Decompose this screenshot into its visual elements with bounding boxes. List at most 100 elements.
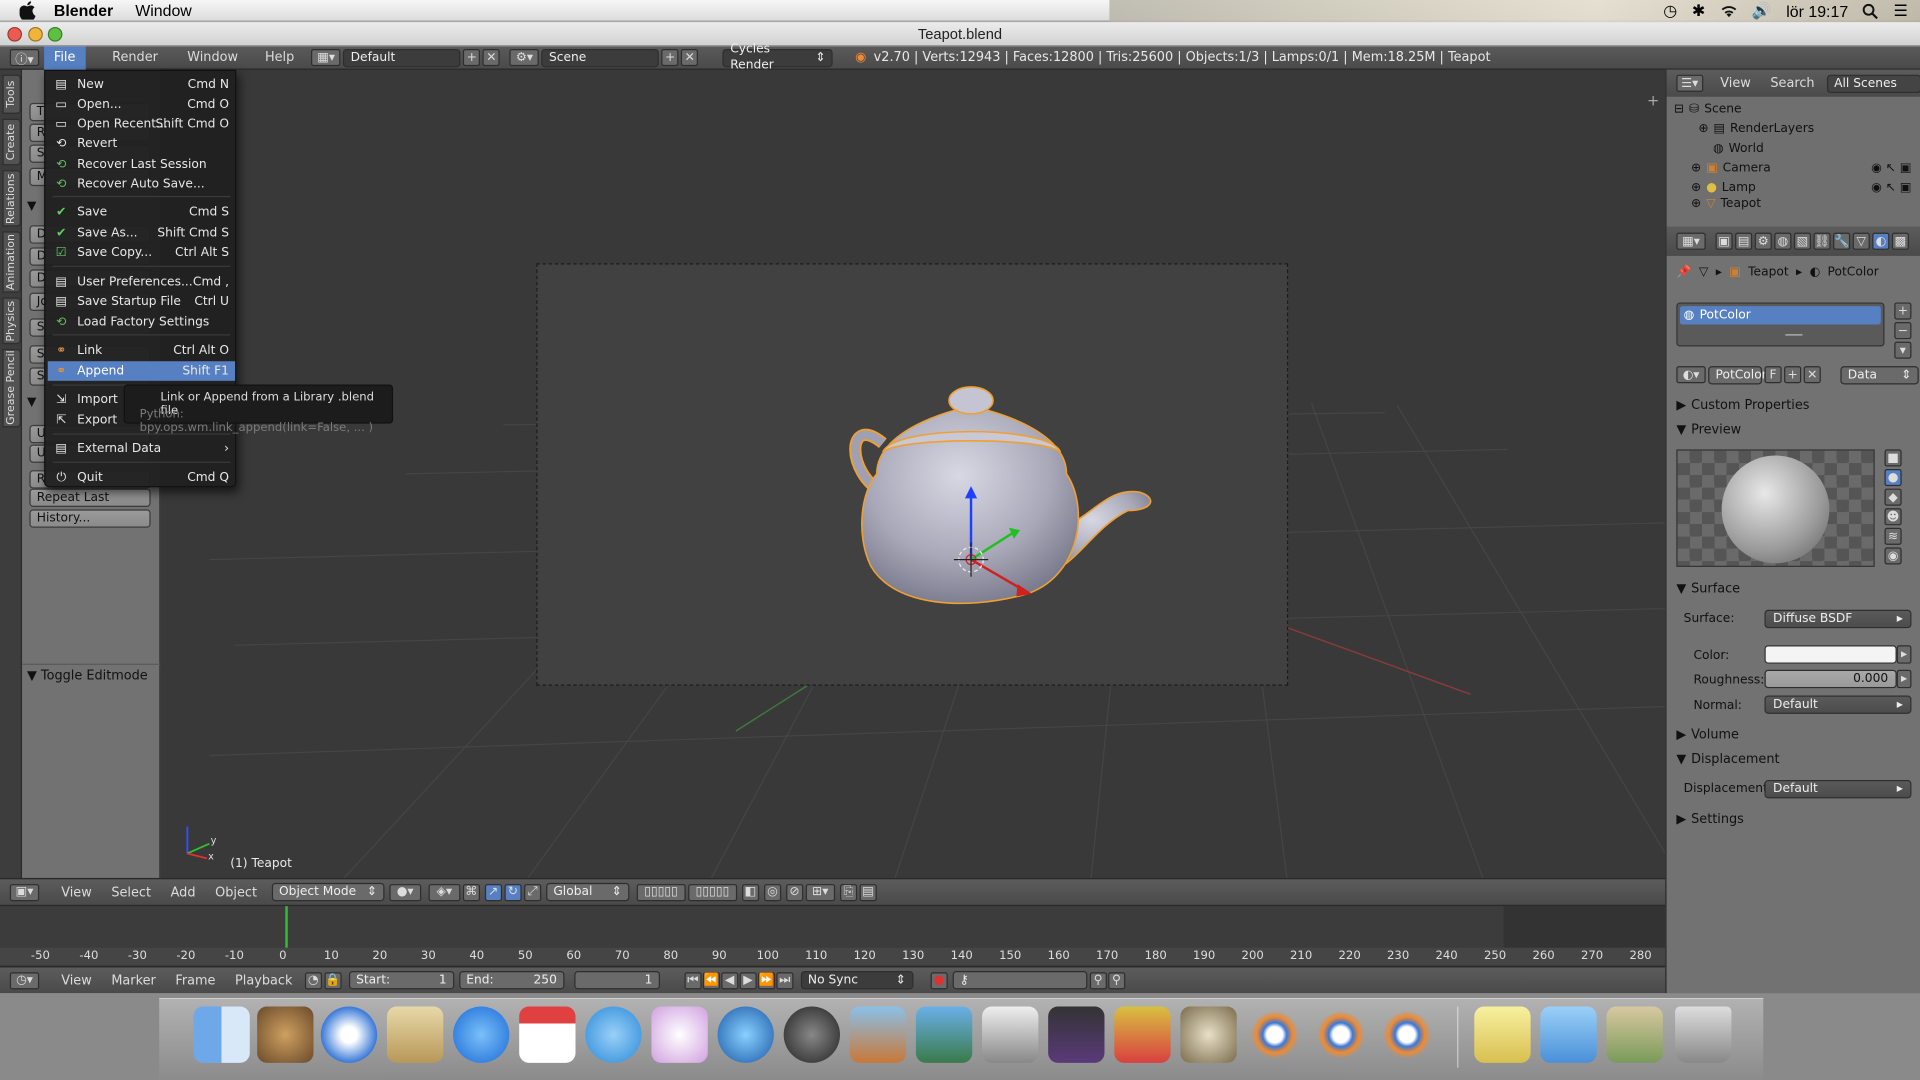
keying-set-field[interactable]: ⚷ bbox=[952, 971, 1088, 990]
menu-add[interactable]: Add bbox=[161, 885, 206, 900]
scene-field[interactable]: Scene bbox=[541, 48, 660, 67]
jump-keyframe-back-icon[interactable]: ⏪ bbox=[702, 971, 720, 989]
insert-keyframe-icon[interactable]: ⚲ bbox=[1089, 971, 1107, 989]
blender-dock-icon[interactable] bbox=[1378, 1006, 1436, 1063]
new-material-icon[interactable]: + bbox=[1784, 366, 1802, 384]
outliner-row-world[interactable]: ◍ World bbox=[1667, 138, 1920, 158]
remove-scene-icon[interactable]: ✕ bbox=[681, 48, 699, 67]
menu-item-open[interactable]: ▭ Open... Cmd O bbox=[48, 94, 235, 114]
stacked-windows-icon[interactable] bbox=[1114, 1006, 1171, 1063]
scene-context-icon[interactable]: ⚙ bbox=[1754, 232, 1772, 250]
opengl-animation-icon[interactable]: ▤ bbox=[859, 883, 877, 901]
menu-item-new[interactable]: ▤ New Cmd N bbox=[48, 75, 235, 95]
tab-relations[interactable]: Relations bbox=[2, 170, 21, 227]
preview-flat-icon[interactable]: ■ bbox=[1884, 449, 1902, 467]
apple-icon[interactable] bbox=[17, 1, 37, 21]
teapot-object[interactable] bbox=[160, 70, 1665, 878]
zoom-window-button[interactable] bbox=[47, 26, 63, 42]
panel-displacement[interactable]: ▼ Displacement bbox=[1676, 752, 1779, 767]
app-menu-blender[interactable]: Blender bbox=[54, 1, 113, 19]
menubar-clock[interactable]: lör 19:17 bbox=[1786, 2, 1848, 20]
viewport-expand-icon[interactable]: + bbox=[1647, 92, 1659, 109]
end-frame-field[interactable]: End: 250 bbox=[458, 971, 565, 990]
panel-custom-properties[interactable]: ▶ Custom Properties bbox=[1676, 398, 1809, 413]
panel-settings[interactable]: ▶ Settings bbox=[1676, 812, 1744, 827]
preview-sphere-icon[interactable]: ● bbox=[1884, 468, 1902, 487]
photo-booth-icon[interactable] bbox=[1048, 1006, 1105, 1063]
outliner-row-scene[interactable]: ⊟ ⛁ Scene bbox=[1667, 99, 1920, 119]
snap-icon[interactable]: ⊘ bbox=[785, 883, 804, 901]
viewport-shading-icon[interactable]: ●▾ bbox=[389, 883, 422, 901]
menu-help[interactable]: Help bbox=[255, 50, 304, 65]
notification-center-icon[interactable]: ☰ bbox=[1893, 1, 1907, 21]
iphoto-house-icon[interactable] bbox=[849, 1006, 907, 1063]
tab-physics[interactable]: Physics bbox=[2, 297, 21, 345]
slot-specials-icon[interactable]: ▾ bbox=[1894, 341, 1912, 359]
record-icon[interactable]: ● bbox=[930, 971, 948, 989]
timeline-area[interactable]: -50 -40 -30 -20 -10 0 10 20 30 40 50 60 70 80 90 100 110… bbox=[0, 904, 1666, 967]
layers-icon[interactable]: ▯▯▯▯▯ bbox=[688, 883, 737, 901]
blender-dock-icon[interactable] bbox=[1312, 1006, 1369, 1063]
pin-icon[interactable]: 📌 bbox=[1676, 266, 1691, 279]
texture-context-icon[interactable]: ▩ bbox=[1891, 232, 1909, 250]
current-frame-field[interactable]: 1 bbox=[574, 971, 660, 990]
menu-item-save-startup-file[interactable]: ▤ Save Startup File Ctrl U bbox=[48, 291, 235, 311]
panel-preview[interactable]: ▼ Preview bbox=[1676, 422, 1741, 437]
material-slot-item[interactable]: ◍ PotColor bbox=[1680, 306, 1881, 325]
menu-item-quit[interactable]: ⏻ Quit Cmd Q bbox=[48, 468, 235, 488]
jump-end-icon[interactable]: ⏭ bbox=[776, 971, 794, 989]
bluetooth-icon[interactable]: ✱ bbox=[1692, 1, 1705, 21]
constraints-context-icon[interactable]: ⛓ bbox=[1813, 232, 1831, 250]
collapse-arrow-icon[interactable]: ▼ bbox=[27, 200, 36, 213]
outliner-row-lamp[interactable]: ⊕ ● Lamp ◉ ↖ ▣ bbox=[1667, 178, 1920, 198]
link-dropdown[interactable]: Data ⇕ bbox=[1840, 366, 1919, 385]
tab-grease-pencil[interactable]: Grease Pencil bbox=[2, 348, 21, 428]
displacement-dropdown[interactable]: Default ▸ bbox=[1764, 780, 1912, 799]
mode-dropdown[interactable]: Object Mode ⇕ bbox=[271, 882, 385, 902]
rotate-manipulator-icon[interactable]: ↻ bbox=[504, 883, 522, 901]
menu-item-external-data[interactable]: ▤ External Data › bbox=[48, 438, 235, 458]
unlink-material-icon[interactable]: ✕ bbox=[1803, 366, 1821, 384]
trash-icon[interactable] bbox=[1675, 1006, 1732, 1063]
object-context-icon[interactable]: ▧ bbox=[1793, 232, 1812, 250]
history-button[interactable]: History... bbox=[29, 509, 151, 528]
menu-item-recover-auto-save[interactable]: ⟲ Recover Auto Save... bbox=[48, 174, 235, 194]
add-layout-icon[interactable]: + bbox=[463, 48, 481, 67]
app-store-icon[interactable] bbox=[453, 1006, 510, 1063]
editor-type-info-button[interactable]: ⓘ▾ bbox=[9, 48, 40, 67]
panel-volume[interactable]: ▶ Volume bbox=[1676, 727, 1739, 742]
menu-item-recover-last-session[interactable]: ⟲ Recover Last Session bbox=[48, 154, 235, 174]
visibility-eye-icon[interactable]: ◉ ↖ ▣ bbox=[1871, 161, 1911, 174]
menu-object[interactable]: Object bbox=[205, 885, 266, 900]
menu-render[interactable]: Render bbox=[102, 50, 167, 65]
scene-icon[interactable]: ⚙▾ bbox=[509, 48, 540, 67]
downloads-stack-icon[interactable] bbox=[1606, 1006, 1663, 1063]
roughness-link-icon[interactable]: ▸ bbox=[1896, 669, 1912, 689]
mail-eagle-icon[interactable] bbox=[257, 1006, 314, 1063]
start-frame-field[interactable]: Start: 1 bbox=[348, 971, 455, 990]
visibility-eye-icon[interactable]: ◉ ↖ ▣ bbox=[1871, 181, 1911, 194]
collapse-arrow-icon[interactable]: ▼ bbox=[27, 396, 36, 409]
editor-type-properties-button[interactable]: ▦▾ bbox=[1676, 232, 1706, 250]
manipulator-toggle-icon[interactable]: ⌘ bbox=[462, 883, 480, 901]
tab-create[interactable]: Create bbox=[2, 118, 21, 166]
quicktime-icon[interactable] bbox=[717, 1006, 774, 1063]
lock-icon[interactable]: 🔒 bbox=[324, 971, 342, 989]
layers-icon[interactable]: ▯▯▯▯▯ bbox=[636, 883, 686, 901]
render-engine-dropdown[interactable]: Cycles Render ⇕ bbox=[722, 43, 834, 72]
operator-panel[interactable]: ▼ Toggle Editmode bbox=[22, 663, 161, 688]
timeline-menu-view[interactable]: View bbox=[51, 973, 101, 988]
tab-tools[interactable]: Tools bbox=[2, 74, 21, 114]
material-name-field[interactable]: PotColor bbox=[1708, 366, 1767, 385]
panel-surface[interactable]: ▼ Surface bbox=[1676, 582, 1740, 597]
outliner-display-mode[interactable]: All Scenes bbox=[1826, 74, 1920, 93]
normal-dropdown[interactable]: Default ▸ bbox=[1764, 695, 1912, 714]
modifiers-context-icon[interactable]: 🔧 bbox=[1833, 232, 1851, 250]
mouse-app-icon[interactable] bbox=[651, 1006, 708, 1063]
menu-item-save-copy[interactable]: ☑ Save Copy... Ctrl Alt S bbox=[48, 242, 235, 262]
delete-keyframe-icon[interactable]: ⚲ bbox=[1107, 971, 1126, 989]
spotlight-search-icon[interactable] bbox=[1863, 3, 1879, 19]
stickies-icon[interactable] bbox=[1474, 1006, 1531, 1063]
render-context-icon[interactable]: ▣ bbox=[1715, 232, 1733, 250]
add-scene-icon[interactable]: + bbox=[661, 48, 679, 67]
